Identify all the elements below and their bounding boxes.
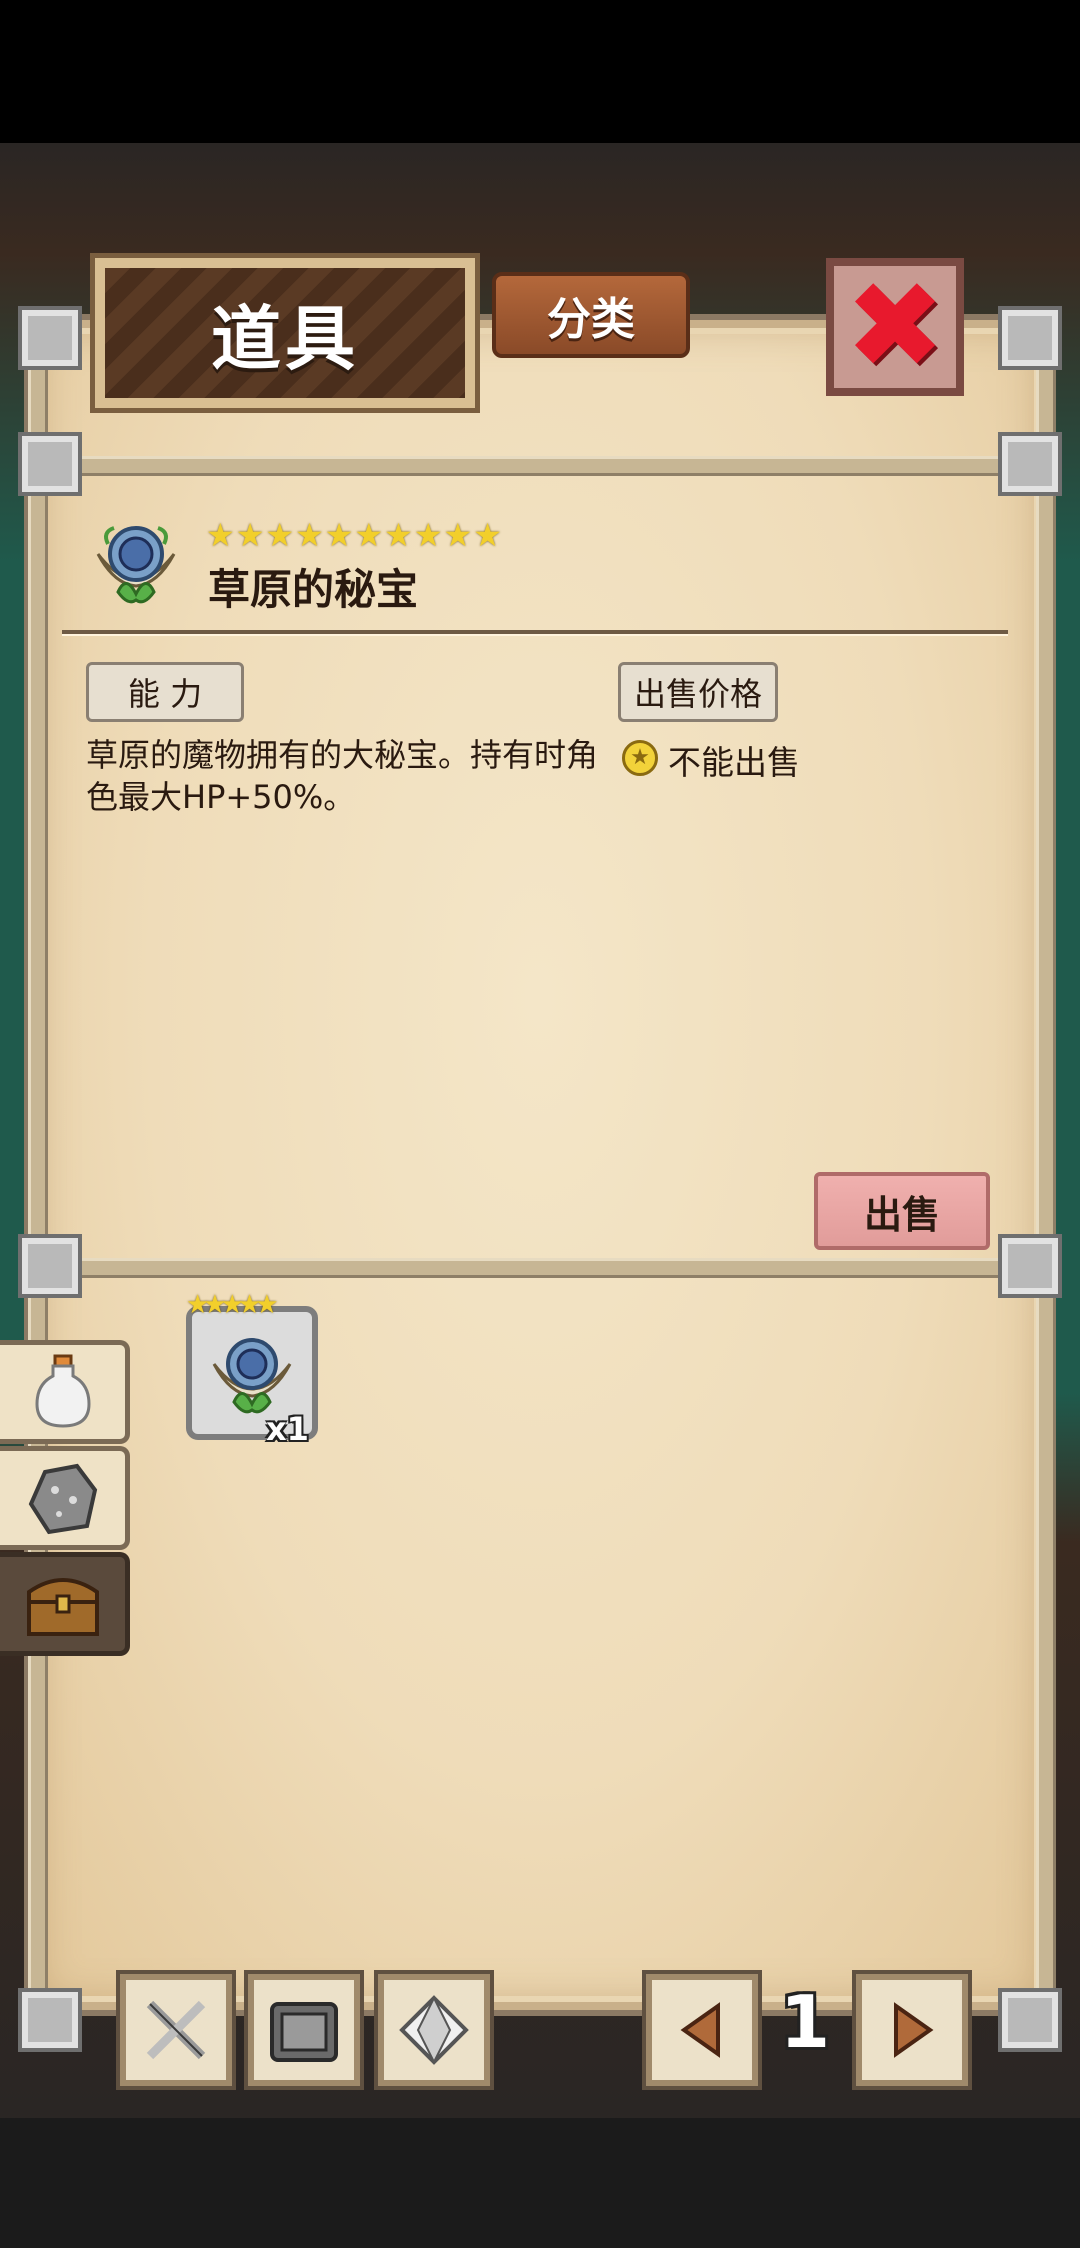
tab-potions[interactable] [0,1340,130,1444]
coin-icon: ★ [622,740,658,776]
diamond-icon [399,1995,469,2065]
right-rail [1036,330,1056,2000]
treasure-chest-icon [26,1578,99,1636]
status-bar [0,0,1080,143]
grassland-treasure-icon [96,526,176,604]
header-divider [62,630,1008,636]
equipment-weapons-button[interactable] [120,1974,232,2086]
item-name: 草原的秘宝 [208,565,419,614]
corner-bottom-right [1002,1992,1058,2048]
corner-lower-left [22,1238,78,1294]
category-label: 分类 [547,294,635,345]
tab-treasures[interactable] [0,1552,130,1656]
next-page-button[interactable] [856,1974,968,2086]
previous-page-button[interactable] [646,1974,758,2086]
title-plank: 道具 [95,258,475,408]
armor-chest-icon [270,2002,338,2062]
page-title: 道具 [211,297,359,380]
close-button[interactable]: ✖ [826,258,964,396]
top-rail [40,456,1040,476]
corner-top-left [22,310,78,366]
equipment-armor-button[interactable] [248,1974,360,2086]
corner-top-right [1002,310,1058,366]
corner-bottom-left [22,1992,78,2048]
left-rail [28,330,48,2000]
item-rarity-stars: ★★★★★★★★★★ [206,516,503,554]
corner-lower-right [1002,1238,1058,1294]
equipment-gems-button[interactable] [378,1974,490,2086]
corner-mid-right [1002,436,1058,492]
item-description: 草原的魔物拥有的大秘宝。持有时角色最大HP+50%。 [86,736,599,816]
left-arrow-icon [680,2002,720,2058]
crossed-swords-icon [146,2000,206,2060]
category-button[interactable]: 分类 [492,272,690,358]
ability-label: 能 力 [86,662,244,722]
page-number: 1 [780,1980,831,2064]
slot-quantity: x1 [266,1410,309,1448]
grassland-treasure-slot-icon [212,1338,292,1414]
sell-price-label: 出售价格 [618,662,778,722]
middle-rail [40,1258,1040,1278]
potion-icon [34,1354,91,1428]
ore-icon [28,1463,97,1535]
close-icon: ✖ [844,257,946,396]
bottom-black-bar [0,2118,1080,2248]
sell-price-value: 不能出售 [668,743,800,782]
corner-mid-left [22,436,78,492]
tab-materials[interactable] [0,1446,130,1550]
right-arrow-icon [894,2002,934,2058]
sell-button[interactable]: 出售 [814,1172,990,1250]
slot-rarity-stars: ★★★★★ [186,1290,279,1320]
